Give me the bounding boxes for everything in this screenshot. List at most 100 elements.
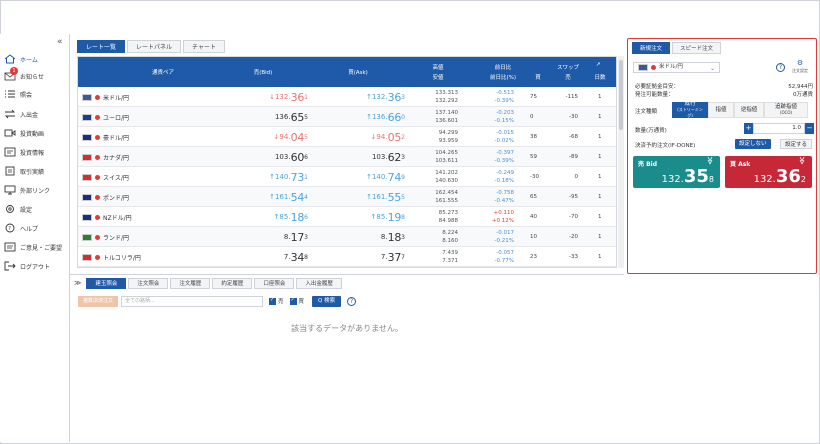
tab-chart[interactable]: チャート [183, 40, 225, 53]
ask-price[interactable]: ↑ 140. 74 9 [333, 167, 405, 187]
header-chg-pct[interactable]: 前日比(%) [478, 73, 528, 81]
sidebar-item-news[interactable]: 1 お知らせ [4, 67, 44, 83]
tab-new-order[interactable]: 新規注文 [632, 42, 671, 54]
sell-price: 132.358 [661, 166, 714, 187]
pair-cell: 豪ドル/円 [82, 127, 129, 147]
table-row[interactable]: 豪ドル/円 ↓ 94. 04 5 ↓ 94. 05 2 94.299 93.959 -0.015-… [78, 127, 616, 147]
qty-minus-button[interactable]: − [805, 123, 814, 134]
header-low[interactable]: 安値 [418, 73, 458, 81]
pair-cell: NZドル/円 [82, 207, 132, 227]
order-type-market[interactable]: 成行 (ストリーミング) [672, 101, 708, 118]
high-low: 133.313 132.292 [435, 90, 458, 104]
ask-price[interactable]: ↑ 132. 36 3 [333, 87, 405, 107]
sell-button[interactable]: 売 Bid ≫ 132.358 [633, 156, 720, 188]
sidebar-item-logout[interactable]: ログアウト [4, 259, 50, 273]
table-row[interactable]: スイス/円 ↑ 140. 73 1 ↑ 140. 74 9 141.202 140.630 -0.… [78, 167, 616, 187]
header-pair[interactable]: 通貨ペア [128, 68, 198, 76]
ask-price[interactable]: 8. 18 3 [333, 227, 405, 247]
table-row[interactable]: ランド/円 8. 17 3 8. 18 3 8.224 8.160 -0.017 -0.21% 10 -… [78, 227, 616, 247]
ifd-on-button[interactable]: 設定する [780, 139, 813, 149]
bid-price[interactable]: 8. 17 3 [238, 227, 308, 247]
buy-checkbox[interactable] [289, 297, 297, 305]
sidebar-item-video[interactable]: 投資動画 [4, 126, 44, 140]
high-low: 94.299 93.959 [438, 130, 458, 144]
swap-sell: -33 [569, 254, 578, 260]
ask-price[interactable]: 7. 37 7 [333, 247, 405, 267]
jp-flag-icon [95, 94, 100, 100]
sidebar-item-help[interactable]: ? ヘルプ [4, 221, 38, 235]
header-ask[interactable]: 買(Ask) [328, 68, 388, 76]
tab-order-history[interactable]: 注文履歴 [170, 277, 211, 289]
header-high[interactable]: 高値 [418, 63, 458, 71]
bid-price[interactable]: ↓ 94. 04 5 [238, 127, 308, 147]
pair-cell: ユーロ/円 [82, 107, 129, 127]
order-type-limit[interactable]: 指値 [708, 102, 734, 118]
sidebar-item-info[interactable]: 投資情報 [4, 145, 44, 159]
tab-orders[interactable]: 注文照会 [128, 277, 169, 289]
tab-execution-history[interactable]: 約定履歴 [212, 277, 253, 289]
table-row[interactable]: ポンド/円 ↑ 161. 54 4 ↑ 161. 55 5 162.454 161.555 -0.… [78, 187, 616, 207]
bid-price[interactable]: 136. 65 5 [238, 107, 308, 127]
tab-deposit-history[interactable]: 入出金履歴 [296, 277, 342, 289]
swap-sell: -70 [569, 214, 578, 220]
rate-table-scrollbar[interactable] [618, 56, 624, 268]
external-link-icon[interactable]: ↗ [594, 62, 602, 68]
header-swap-sell: 売 [565, 75, 571, 81]
ask-price[interactable]: ↓ 94. 05 2 [333, 127, 405, 147]
sidebar-item-deposit[interactable]: 入出金 [4, 107, 38, 121]
ifd-off-button[interactable]: 設定しない [735, 139, 771, 149]
search-button[interactable]: Q 検索 [312, 295, 342, 307]
bid-price[interactable]: ↑ 140. 73 1 [238, 167, 308, 187]
sidebar-item-label: お知らせ [20, 73, 44, 81]
sidebar-item-links[interactable]: 外部リンク [4, 183, 50, 197]
bid-price[interactable]: 103. 60 6 [238, 147, 308, 167]
table-row[interactable]: 米ドル/円 ↓ 132. 36 1 ↑ 132. 36 3 133.313 132.292 -0.… [78, 87, 616, 107]
sidebar-item-inquiry[interactable]: 照会 [4, 87, 32, 101]
ask-price[interactable]: ↑ 85. 19 8 [333, 207, 405, 227]
buy-button[interactable]: 買 Ask ≫ 132.362 [725, 156, 812, 188]
bulk-settle-button[interactable]: 複数決済注文 [78, 295, 119, 307]
scrollbar-thumb[interactable] [619, 60, 623, 130]
flag-icon [82, 233, 92, 241]
bid-price[interactable]: ↑ 161. 54 4 [238, 187, 308, 207]
bid-price[interactable]: ↓ 132. 36 1 [238, 87, 308, 107]
ask-price[interactable]: ↑ 136. 66 0 [333, 107, 405, 127]
header-bid[interactable]: 売(Bid) [233, 68, 293, 76]
table-row[interactable]: NZドル/円 ↑ 85. 18 6 ↑ 85. 19 8 85.273 84.988 +0.110… [78, 207, 616, 227]
qty-plus-button[interactable]: + [744, 123, 753, 134]
order-type-stop[interactable]: 逆指値 [734, 102, 764, 118]
jp-flag-icon [95, 254, 100, 260]
qty-input[interactable]: 1.0 [753, 123, 805, 134]
order-settings[interactable]: ⚙ 注文設定 [790, 60, 810, 74]
tab-positions[interactable]: 建玉照会 [86, 277, 127, 289]
pair-cell: ランド/円 [82, 227, 129, 247]
sidebar-item-settings[interactable]: 設定 [4, 202, 32, 216]
sidebar-item-home[interactable]: ホーム [4, 52, 38, 66]
sidebar-item-results[interactable]: 取引実績 [4, 164, 44, 178]
bid-price[interactable]: ↑ 85. 18 6 [238, 207, 308, 227]
collapse-sidebar-icon[interactable]: « [57, 37, 63, 47]
tab-rate-panel[interactable]: レートパネル [127, 40, 182, 53]
bid-price[interactable]: 7. 34 8 [238, 247, 308, 267]
sidebar-item-feedback[interactable]: ご意見・ご要望 [4, 240, 62, 254]
tab-speed-order[interactable]: スピード注文 [672, 42, 722, 54]
toggle-panel-icon[interactable]: ≫ [74, 279, 81, 287]
symbol-search-input[interactable]: 全ての銘柄... [121, 295, 264, 307]
header-swap[interactable]: スワップ [538, 63, 598, 71]
pair-select[interactable]: 米ドル/円 ⌄ [633, 62, 720, 73]
table-row[interactable]: カナダ/円 103. 60 6 103. 62 3 104.265 103.611 -0.397-… [78, 147, 616, 167]
change: -0.015 -0.02% [494, 130, 514, 144]
ask-price[interactable]: ↑ 161. 55 5 [333, 187, 405, 207]
table-row[interactable]: ユーロ/円 136. 65 5 ↑ 136. 66 0 137.140 136.601 -0.20… [78, 107, 616, 127]
sell-checkbox[interactable] [269, 297, 277, 305]
help-icon[interactable]: ? [347, 296, 357, 306]
feedback-icon [4, 242, 16, 252]
table-row[interactable]: トルコリラ/円 7. 34 8 7. 37 7 7.439 7.371 -0.057 -0.77% 2… [78, 247, 616, 267]
change: -0.249 -0.18% [494, 170, 514, 184]
order-type-trailing[interactable]: 追跡指値 (OCO) [764, 102, 808, 118]
tab-account[interactable]: 口座照会 [254, 277, 295, 289]
header-chg[interactable]: 前日比 [478, 63, 528, 71]
ask-price[interactable]: 103. 62 3 [333, 147, 405, 167]
order-help-icon[interactable]: ? [776, 63, 785, 72]
tab-rate-list[interactable]: レート一覧 [77, 40, 126, 53]
